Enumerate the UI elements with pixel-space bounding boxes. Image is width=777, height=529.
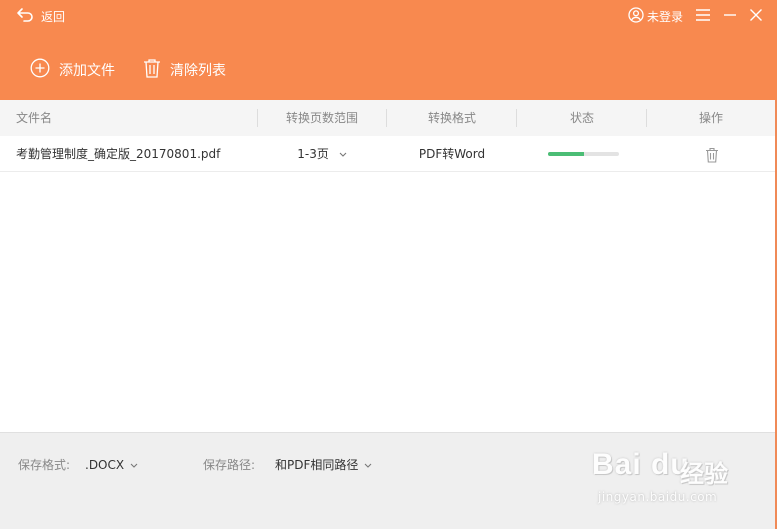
save-path-label: 保存路径: — [203, 458, 256, 472]
trash-icon — [705, 147, 719, 166]
login-label: 未登录 — [646, 9, 683, 24]
back-arrow-icon — [16, 7, 34, 26]
back-button[interactable]: 返回 — [16, 6, 65, 26]
back-label: 返回 — [41, 9, 66, 24]
watermark-brand-suffix: 经验 — [680, 460, 728, 488]
page-range-dropdown[interactable]: 1-3页 — [258, 136, 386, 172]
chevron-down-icon — [130, 457, 138, 473]
column-header-status: 状态 — [569, 111, 594, 125]
page-range-value: 1-3页 — [297, 147, 329, 161]
save-format-dropdown[interactable]: .DOCX — [85, 457, 138, 473]
chevron-down-icon — [364, 457, 372, 473]
table-header: 文件名 转换页数范围 转换格式 状态 操作 — [0, 100, 775, 136]
menu-icon[interactable] — [695, 8, 711, 25]
column-header-action: 操作 — [698, 111, 723, 125]
column-header-page-range: 转换页数范围 — [285, 111, 358, 125]
add-file-button[interactable]: 添加文件 — [30, 58, 115, 82]
watermark-url: jingyan.baidu.com — [598, 490, 718, 504]
column-header-format: 转换格式 — [427, 111, 476, 125]
baidu-jingyan-watermark: Bai du 经验 jingyan.baidu.com — [592, 444, 742, 514]
toolbar: 添加文件 清除列表 — [30, 58, 226, 82]
progress-bar — [548, 152, 619, 156]
chevron-down-icon — [339, 147, 347, 161]
minimize-icon[interactable] — [723, 8, 737, 25]
save-path-value: 和PDF相同路径 — [275, 458, 359, 472]
header-bar: 返回 未登录 添加文件 清除列表 — [0, 0, 777, 100]
save-path-dropdown[interactable]: 和PDF相同路径 — [275, 457, 372, 473]
login-button[interactable]: 未登录 — [628, 6, 683, 26]
table-row: 考勤管理制度_确定版_20170801.pdf 1-3页 PDF转Word — [0, 136, 775, 172]
add-circle-icon — [30, 58, 50, 82]
user-icon — [628, 6, 644, 26]
watermark-brand: Bai du — [592, 448, 690, 481]
save-format-value: .DOCX — [85, 458, 125, 472]
conversion-format: PDF转Word — [418, 147, 486, 161]
clear-list-label: 清除列表 — [170, 63, 226, 79]
clear-list-button[interactable]: 清除列表 — [143, 58, 226, 82]
add-file-label: 添加文件 — [59, 63, 115, 79]
trash-icon — [143, 58, 161, 82]
window-controls: 未登录 — [628, 6, 763, 26]
column-header-filename: 文件名 — [16, 111, 53, 125]
file-list-panel: 文件名 转换页数范围 转换格式 状态 操作 考勤管理制度_确定版_2017080… — [0, 100, 775, 432]
progress-fill — [548, 152, 584, 156]
save-format-label: 保存格式: — [18, 458, 71, 472]
close-icon[interactable] — [749, 8, 763, 25]
file-name: 考勤管理制度_确定版_20170801.pdf — [16, 147, 221, 161]
delete-button[interactable] — [705, 136, 719, 172]
